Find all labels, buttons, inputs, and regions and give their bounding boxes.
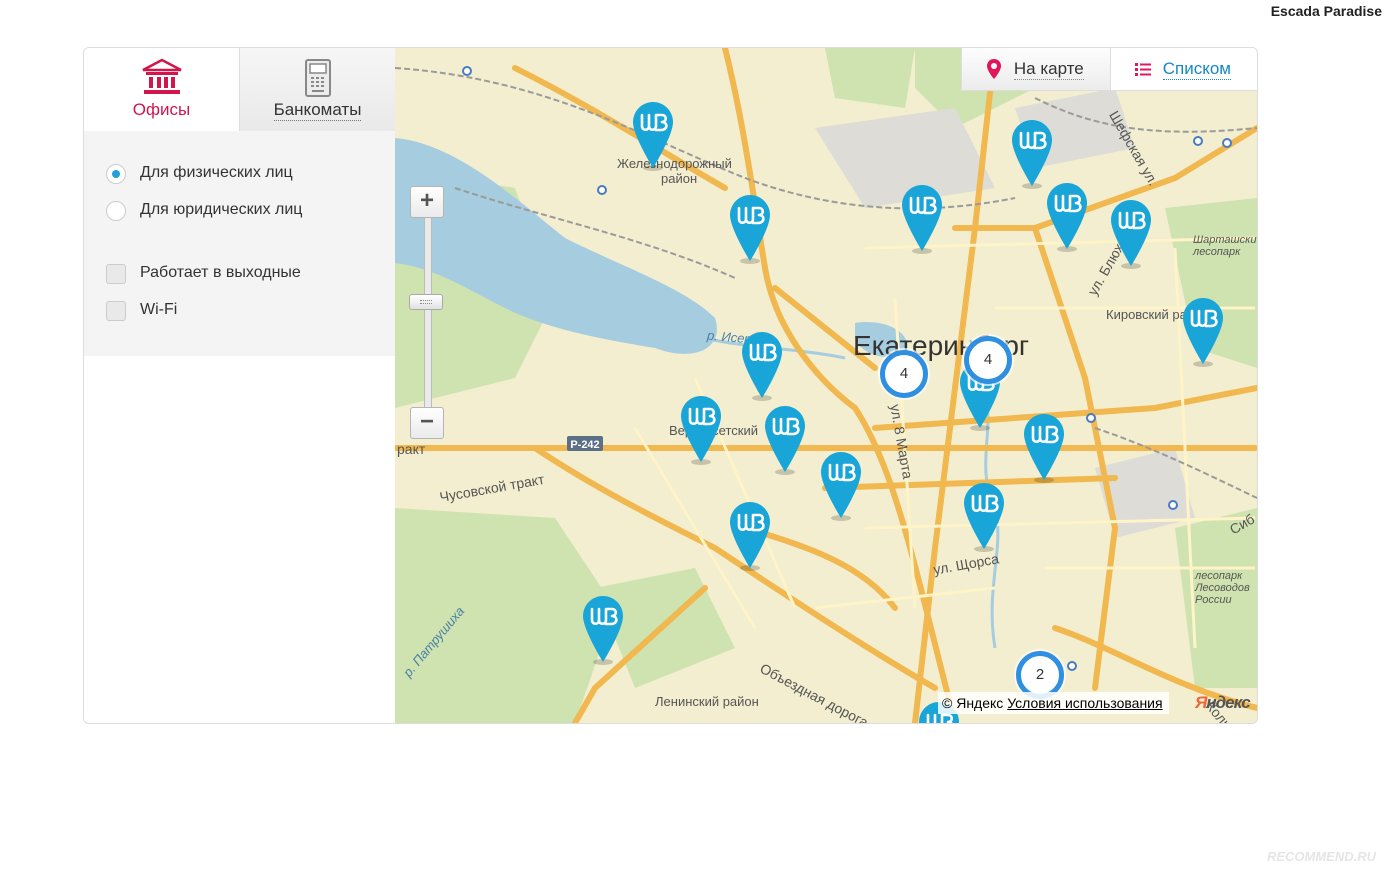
view-list-button[interactable]: Списком [1111,48,1257,90]
office-pin-icon[interactable] [819,450,863,522]
office-pin-icon[interactable] [581,594,625,666]
zoom-slider-track[interactable] [424,216,432,418]
road-shield-r242: Р-242 [570,439,599,451]
filter-weekends-label: Работает в выходные [140,264,301,281]
checkbox-wifi[interactable] [106,301,126,321]
list-icon [1134,63,1151,76]
map-cluster[interactable]: 4 [880,350,928,398]
office-pin-icon[interactable] [900,183,944,255]
office-pin-icon[interactable] [631,100,675,172]
yandex-logo[interactable]: Яндекс [1195,693,1251,713]
terms-of-use-link[interactable]: Условия использования [1007,695,1162,711]
branch-locator-widget: Офисы Банкоматы Для физических лиц Для ю… [83,47,1258,724]
view-map-label: На карте [1013,58,1084,80]
map-cluster[interactable]: 4 [964,336,1012,384]
atm-icon [304,59,331,97]
office-pin-icon[interactable] [1045,181,1089,253]
office-pin-icon[interactable] [763,404,807,476]
office-pin-icon[interactable] [962,481,1006,553]
filters-panel: Для физических лиц Для юридических лиц Р… [84,131,395,356]
map-label-trakt: ракт [397,441,426,457]
author-name: Escada Paradise [1270,3,1382,19]
watermark: RECOMMEND.RU [1266,849,1376,864]
type-tabs: Офисы Банкоматы [84,48,395,131]
map-label-shartash: Шарташский лесопарк [1193,234,1257,258]
office-pin-icon[interactable] [728,500,772,572]
view-switch: На карте Списком [960,48,1257,91]
radio-legal-entities[interactable] [106,201,126,221]
zoom-in-button[interactable]: + [410,186,444,218]
map-label-leninsky: Ленинский район [655,694,759,709]
radio-individuals[interactable] [106,164,126,184]
zoom-out-button[interactable]: − [410,407,444,439]
office-pin-icon[interactable] [740,330,784,402]
bank-building-icon [141,58,182,94]
office-pin-icon[interactable] [1109,198,1153,270]
map-pin-icon [986,59,1001,79]
view-map-button[interactable]: На карте [961,48,1111,90]
office-pin-icon[interactable] [728,193,772,265]
tab-offices-label: Офисы [132,100,191,119]
filter-individuals-label: Для физических лиц [140,164,293,181]
office-pin-icon[interactable] [1022,412,1066,484]
filter-legal-entities-label: Для юридических лиц [140,201,303,218]
sidebar: Офисы Банкоматы Для физических лиц Для ю… [84,48,395,723]
checkbox-weekends[interactable] [106,264,126,284]
filter-wifi-label: Wi-Fi [140,301,178,318]
copyright-text: © Яндекс [942,695,1004,711]
map-label-railway-district-2: район [661,171,698,186]
office-pin-icon[interactable] [679,394,723,466]
map[interactable]: Р-242 Екатеринбург Железнодорожный район… [395,48,1257,723]
map-copyright: © Яндекс Условия использования [938,692,1169,714]
tab-atms-label: Банкоматы [273,100,362,121]
tab-offices[interactable]: Офисы [84,48,240,131]
tab-atms[interactable]: Банкоматы [240,48,395,131]
view-list-label: Списком [1162,58,1231,80]
office-pin-icon[interactable] [1181,296,1225,368]
office-pin-icon[interactable] [1010,118,1054,190]
zoom-slider-handle[interactable] [409,294,443,310]
map-label-lesopark: лесопарк Лесоводов России [1195,570,1250,606]
